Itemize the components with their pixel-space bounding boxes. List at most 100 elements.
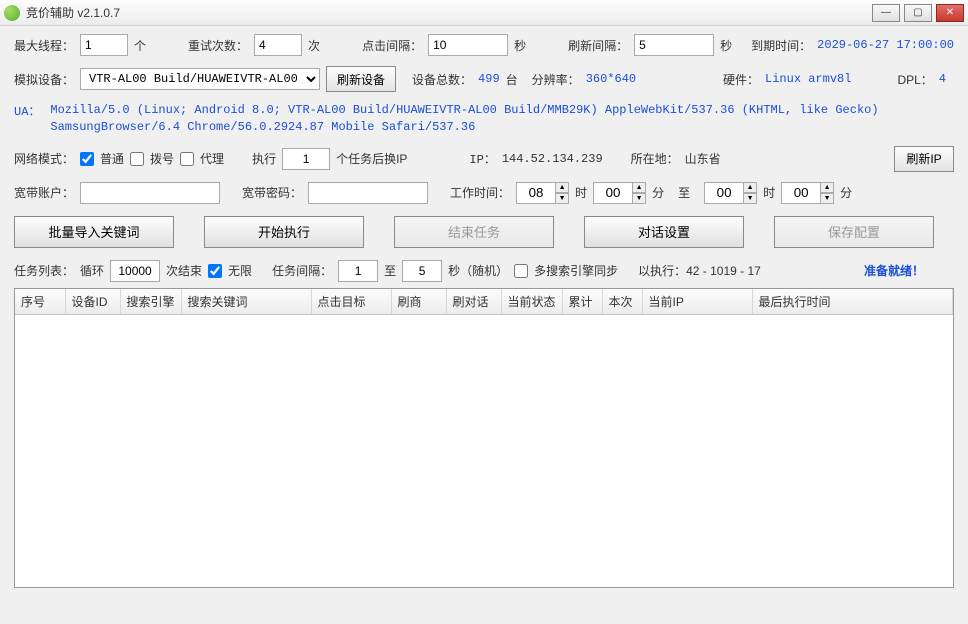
col-current[interactable]: 本次 xyxy=(602,289,642,315)
up-icon[interactable]: ▲ xyxy=(743,182,757,193)
hardware-value: Linux armv8l xyxy=(765,72,851,86)
minimize-button[interactable]: — xyxy=(872,4,900,22)
refresh-device-button[interactable]: 刷新设备 xyxy=(326,66,396,92)
col-shua-dialog[interactable]: 刷对话 xyxy=(446,289,501,315)
ip-value: 144.52.134.239 xyxy=(502,152,603,166)
loop-count-input[interactable] xyxy=(110,260,160,282)
col-device-id[interactable]: 设备ID xyxy=(65,289,120,315)
exec-count-input[interactable] xyxy=(282,148,330,170)
resolution-label: 分辨率： xyxy=(532,71,580,88)
import-keywords-button[interactable]: 批量导入关键词 xyxy=(14,216,174,248)
app-icon xyxy=(4,5,20,21)
col-current-ip[interactable]: 当前IP xyxy=(642,289,752,315)
hour-end-spinner[interactable]: ▲▼ xyxy=(704,182,757,204)
dial-checkbox[interactable] xyxy=(130,152,144,166)
end-task-button[interactable]: 结束任务 xyxy=(394,216,554,248)
window-controls: — ▢ ✕ xyxy=(872,4,964,22)
col-total[interactable]: 累计 xyxy=(562,289,602,315)
expire-value: 2029-06-27 17:00:00 xyxy=(817,38,954,52)
ua-value: Mozilla/5.0 (Linux; Android 8.0; VTR-AL0… xyxy=(50,102,950,136)
col-status[interactable]: 当前状态 xyxy=(501,289,562,315)
device-label: 模拟设备： xyxy=(14,71,74,88)
interval-max-input[interactable] xyxy=(402,260,442,282)
click-interval-input[interactable] xyxy=(428,34,508,56)
unlimited-checkbox[interactable] xyxy=(208,264,222,278)
table-header-row: 序号 设备ID 搜索引擎 搜索关键词 点击目标 刷商 刷对话 当前状态 累计 本… xyxy=(15,289,953,315)
normal-checkbox[interactable] xyxy=(80,152,94,166)
refresh-interval-input[interactable] xyxy=(634,34,714,56)
action-button-row: 批量导入关键词 开始执行 结束任务 对话设置 保存配置 xyxy=(14,216,954,248)
device-total-value: 499 xyxy=(478,72,500,86)
max-threads-label: 最大线程： xyxy=(14,37,74,54)
resolution-value: 360*640 xyxy=(586,72,636,86)
row-network: 网络模式： 普通 拨号 代理 执行 个任务后换IP IP： 144.52.134… xyxy=(14,146,954,172)
dpl-label: DPL： xyxy=(897,71,932,88)
proxy-checkbox[interactable] xyxy=(180,152,194,166)
loop-suffix: 次结束 xyxy=(166,262,202,279)
minute-start-spinner[interactable]: ▲▼ xyxy=(593,182,646,204)
down-icon[interactable]: ▼ xyxy=(632,193,646,204)
minute-label-2: 分 xyxy=(840,184,852,201)
hour-start-input[interactable] xyxy=(516,182,556,204)
col-search-engine[interactable]: 搜索引擎 xyxy=(120,289,181,315)
col-last-exec[interactable]: 最后执行时间 xyxy=(752,289,952,315)
ready-status: 准备就绪！ xyxy=(864,262,924,279)
row-threads: 最大线程： 个 重试次数： 次 点击间隔： 秒 刷新间隔： 秒 到期时间： 20… xyxy=(14,34,954,56)
minute-end-input[interactable] xyxy=(781,182,821,204)
up-icon[interactable]: ▲ xyxy=(820,182,834,193)
ua-label: UA： xyxy=(14,102,40,119)
click-interval-label: 点击间隔： xyxy=(362,37,422,54)
down-icon[interactable]: ▼ xyxy=(555,193,569,204)
bb-pwd-label: 宽带密码： xyxy=(242,184,302,201)
tasklist-label: 任务列表： xyxy=(14,262,74,279)
minute-start-input[interactable] xyxy=(593,182,633,204)
up-icon[interactable]: ▲ xyxy=(555,182,569,193)
col-keyword[interactable]: 搜索关键词 xyxy=(181,289,311,315)
interval-min-input[interactable] xyxy=(338,260,378,282)
titlebar: 竞价辅助 v2.1.0.7 — ▢ ✕ xyxy=(0,0,968,26)
col-index[interactable]: 序号 xyxy=(15,289,65,315)
hardware-label: 硬件： xyxy=(723,71,759,88)
retry-input[interactable] xyxy=(254,34,302,56)
hour-end-input[interactable] xyxy=(704,182,744,204)
bb-account-input[interactable] xyxy=(80,182,220,204)
down-icon[interactable]: ▼ xyxy=(743,193,757,204)
bb-account-label: 宽带账户： xyxy=(14,184,74,201)
bb-pwd-input[interactable] xyxy=(308,182,428,204)
multi-engine-checkbox[interactable] xyxy=(514,264,528,278)
hour-label-1: 时 xyxy=(575,184,587,201)
proxy-label: 代理 xyxy=(200,150,224,167)
to-label: 至 xyxy=(678,184,690,201)
device-select[interactable]: VTR-AL00 Build/HUAWEIVTR-AL00 xyxy=(80,68,320,90)
close-button[interactable]: ✕ xyxy=(936,4,964,22)
tai-label: 台 xyxy=(506,71,518,88)
ip-label: IP： xyxy=(469,150,495,167)
interval-suffix: 秒（随机） xyxy=(448,262,508,279)
col-click-target[interactable]: 点击目标 xyxy=(311,289,391,315)
unit-sec2: 秒 xyxy=(720,37,732,54)
exec-label: 执行 xyxy=(252,150,276,167)
multi-engine-label: 多搜索引擎同步 xyxy=(534,262,618,279)
expire-label: 到期时间： xyxy=(751,37,811,54)
dial-label: 拨号 xyxy=(150,150,174,167)
net-mode-label: 网络模式： xyxy=(14,150,74,167)
hour-start-spinner[interactable]: ▲▼ xyxy=(516,182,569,204)
refresh-interval-label: 刷新间隔： xyxy=(568,37,628,54)
col-shua-shang[interactable]: 刷商 xyxy=(391,289,446,315)
normal-label: 普通 xyxy=(100,150,124,167)
down-icon[interactable]: ▼ xyxy=(820,193,834,204)
minute-end-spinner[interactable]: ▲▼ xyxy=(781,182,834,204)
max-threads-input[interactable] xyxy=(80,34,128,56)
maximize-button[interactable]: ▢ xyxy=(904,4,932,22)
task-table[interactable]: 序号 设备ID 搜索引擎 搜索关键词 点击目标 刷商 刷对话 当前状态 累计 本… xyxy=(14,288,954,588)
minute-label-1: 分 xyxy=(652,184,664,201)
row-broadband: 宽带账户： 宽带密码： 工作时间： ▲▼ 时 ▲▼ 分 至 ▲▼ 时 ▲▼ 分 xyxy=(14,182,954,204)
dialog-settings-button[interactable]: 对话设置 xyxy=(584,216,744,248)
save-config-button[interactable]: 保存配置 xyxy=(774,216,934,248)
location-value: 山东省 xyxy=(685,150,721,167)
exec-stats: 以执行：42 - 1019 - 17 xyxy=(638,262,761,279)
unit-sec: 秒 xyxy=(514,37,526,54)
start-button[interactable]: 开始执行 xyxy=(204,216,364,248)
up-icon[interactable]: ▲ xyxy=(632,182,646,193)
refresh-ip-button[interactable]: 刷新IP xyxy=(894,146,954,172)
